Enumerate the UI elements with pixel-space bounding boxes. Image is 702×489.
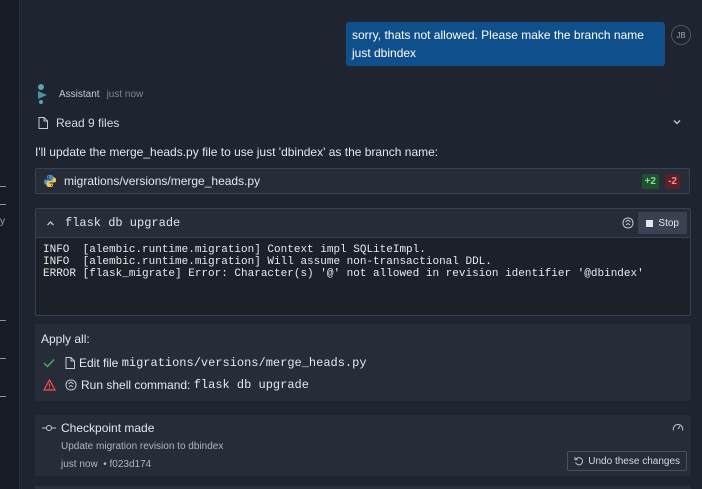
left-panel-edge: y	[0, 0, 20, 489]
commit-icon	[42, 425, 56, 431]
terminal-line: ERROR [flask_migrate] Error: Character(s…	[43, 268, 644, 280]
check-icon	[43, 358, 57, 368]
deletions-badge: -2	[665, 174, 680, 189]
assistant-timestamp: just now	[106, 88, 144, 100]
shell-icon	[622, 217, 634, 229]
chevron-down-icon[interactable]	[672, 117, 682, 127]
panel-edge-mark	[0, 396, 6, 397]
terminal-header[interactable]: flask db upgrade Stop	[36, 209, 690, 238]
apply-item-target: flask db upgrade	[193, 378, 309, 392]
terminal-line: INFO [alembic.runtime.migration] Will as…	[43, 256, 492, 268]
apply-item-target: migrations/versions/merge_heads.py	[121, 356, 367, 370]
checkpoint-title: Checkpoint made	[61, 421, 155, 435]
additions-badge: +2	[641, 174, 659, 189]
stop-icon	[646, 219, 654, 227]
panel-edge-glyph: y	[0, 216, 5, 227]
file-icon	[38, 117, 48, 129]
checkpoint-hash: f023d174	[109, 459, 152, 470]
terminal-output: INFO [alembic.runtime.migration] Context…	[36, 238, 690, 280]
apply-all-title: Apply all:	[41, 332, 90, 346]
checkpoint-meta: just now • f023d174	[61, 459, 151, 470]
edited-file-path: migrations/versions/merge_heads.py	[64, 174, 261, 188]
gauge-icon[interactable]	[672, 422, 684, 432]
shell-icon	[65, 379, 77, 391]
panel-edge-mark	[0, 204, 6, 205]
warning-icon	[43, 379, 57, 391]
undo-changes-button[interactable]: Undo these changes	[567, 451, 687, 471]
user-avatar[interactable]: JB	[671, 25, 691, 45]
apply-all-panel: Apply all: Edit file migrations/versions…	[35, 324, 691, 401]
file-icon	[65, 357, 75, 369]
checkpoint-card: Checkpoint made Update migration revisio…	[35, 415, 691, 476]
panel-edge-mark	[0, 320, 6, 321]
python-icon	[44, 175, 56, 187]
edited-file-card[interactable]: migrations/versions/merge_heads.py +2 -2	[35, 168, 690, 194]
undo-label: Undo these changes	[588, 455, 680, 467]
panel-edge-mark	[0, 186, 6, 187]
checkpoint-time: just now	[61, 459, 98, 470]
panel-edge-mark	[0, 358, 6, 359]
chat-panel: sorry, thats not allowed. Please make th…	[19, 0, 702, 489]
terminal-panel: flask db upgrade Stop INFO [alembic.runt…	[35, 208, 691, 316]
terminal-line: INFO [alembic.runtime.migration] Context…	[43, 244, 426, 256]
assistant-message: I'll update the merge_heads.py file to u…	[35, 145, 439, 159]
terminal-command: flask db upgrade	[65, 216, 181, 230]
stop-label: Stop	[658, 217, 679, 229]
stop-button[interactable]: Stop	[638, 212, 687, 234]
chevron-up-icon[interactable]	[46, 219, 55, 228]
user-message: sorry, thats not allowed. Please make th…	[346, 22, 665, 66]
checkpoint-description: Update migration revision to dbindex	[61, 441, 224, 452]
apply-item-edit-file[interactable]: Edit file migrations/versions/merge_head…	[43, 354, 367, 372]
assistant-logo-icon	[38, 84, 47, 104]
apply-item-action: Run shell command:	[81, 378, 194, 392]
read-files-toggle[interactable]: Read 9 files	[36, 114, 688, 132]
apply-item-action: Edit file	[79, 356, 122, 370]
assistant-header: Assistant just now	[37, 84, 143, 104]
read-files-label: Read 9 files	[56, 116, 120, 130]
assistant-name: Assistant	[59, 88, 100, 100]
checkpoint-separator: •	[100, 459, 110, 470]
undo-icon	[574, 457, 584, 466]
apply-item-shell-command[interactable]: Run shell command: flask db upgrade	[43, 376, 309, 394]
